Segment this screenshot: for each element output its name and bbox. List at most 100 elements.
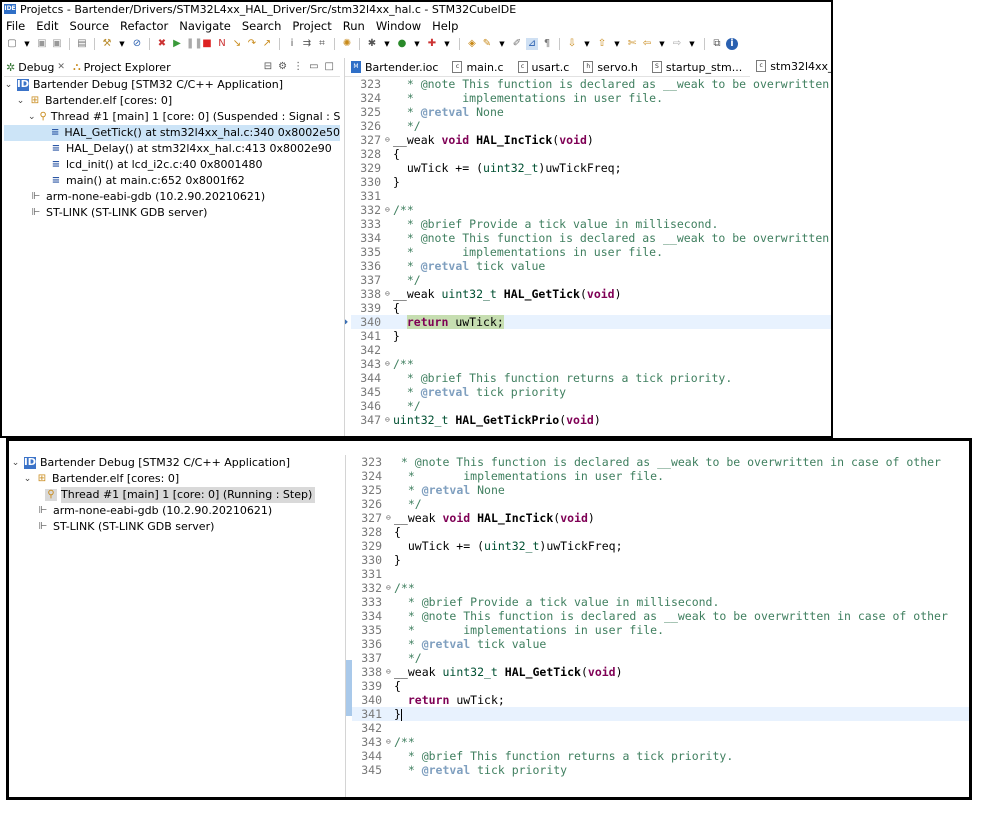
code-line[interactable]: 334 * @note This function is declared as…	[351, 231, 831, 245]
code-line[interactable]: 326 */	[351, 119, 831, 133]
code-line[interactable]: 343 ⊖/**	[352, 735, 969, 749]
restart-icon[interactable]: ⇉	[301, 38, 313, 50]
tree-item-thread[interactable]: ⚲ Thread #1 [main] 1 [core: 0] (Running …	[11, 487, 343, 503]
code-line[interactable]: 333 * @brief Provide a tick value in mil…	[351, 217, 831, 231]
code-line[interactable]: 339 {	[352, 679, 969, 693]
code-line[interactable]: 341}	[352, 707, 969, 721]
menu-file[interactable]: File	[6, 19, 25, 33]
code-line[interactable]: 328 {	[351, 147, 831, 161]
step-return-icon[interactable]: ↗	[261, 38, 273, 50]
code-line[interactable]: 323 * @note This function is declared as…	[351, 77, 831, 91]
code-line[interactable]: 326 */	[352, 497, 969, 511]
code-line[interactable]: 344 * @brief This function returns a tic…	[352, 749, 969, 763]
menu-refactor[interactable]: Refactor	[120, 19, 168, 33]
editor-tab[interactable]: c usart.c	[512, 58, 578, 76]
code-line[interactable]: 324 * implementations in user file.	[352, 469, 969, 483]
back-icon[interactable]: ⇦	[641, 38, 653, 50]
code-line[interactable]: 324 * implementations in user file.	[351, 91, 831, 105]
next-annotation-icon[interactable]: ⇩	[566, 38, 578, 50]
tree-item-elf[interactable]: ⌄ ⊞ Bartender.elf [cores: 0]	[4, 93, 340, 109]
open-type-icon[interactable]: ◈	[466, 38, 478, 50]
stack-frame-item[interactable]: ≡ HAL_GetTick() at stm32l4xx_hal.c:340 0…	[4, 125, 340, 141]
editor-tab[interactable]: c main.c	[446, 58, 511, 76]
code-line[interactable]: 342	[352, 721, 969, 735]
tree-item-launch[interactable]: ⌄ IDE Bartender Debug [STM32 C/C++ Appli…	[4, 77, 340, 93]
code-line[interactable]: 338 ⊖ __weak uint32_t HAL_GetTick(void)	[352, 665, 969, 679]
editor-tab[interactable]: h servo.h	[577, 58, 646, 76]
save-all-icon[interactable]: ▣	[51, 38, 63, 50]
code-line[interactable]: 327 ⊖ __weak void HAL_IncTick(void)	[352, 511, 969, 525]
step-over-icon[interactable]: ↷	[246, 38, 258, 50]
code-line[interactable]: 325 * @retval None	[351, 105, 831, 119]
chevron-down-icon[interactable]: ⌄	[16, 93, 25, 109]
code-line[interactable]: 332 ⊖/**	[351, 203, 831, 217]
remove-terminated-icon[interactable]: ⚙	[278, 61, 287, 72]
stack-frame-item[interactable]: ≡ HAL_Delay() at stm32l4xx_hal.c:413 0x8…	[4, 141, 340, 157]
code-line[interactable]: 345 * @retval tick priority	[351, 385, 831, 399]
menu-project[interactable]: Project	[292, 19, 331, 33]
dropdown-icon[interactable]: ▼	[21, 38, 33, 50]
save-icon[interactable]: ▣	[36, 38, 48, 50]
code-line[interactable]: 335 * implementations in user file.	[351, 245, 831, 259]
menu-help[interactable]: Help	[432, 19, 458, 33]
forward-icon[interactable]: ⇨	[671, 38, 683, 50]
code-line[interactable]: 337 */	[351, 273, 831, 287]
instruction-step-icon[interactable]: i	[286, 38, 298, 50]
menu-source[interactable]: Source	[70, 19, 110, 33]
maximize-icon[interactable]: □	[325, 61, 334, 72]
code-line[interactable]: 339 {	[351, 301, 831, 315]
pen-icon[interactable]: ✐	[511, 38, 523, 50]
code-line[interactable]: 328 {	[352, 525, 969, 539]
chevron-down-icon[interactable]: ⌄	[28, 109, 36, 125]
code-line[interactable]: 345 * @retval tick priority	[352, 763, 969, 777]
print-icon[interactable]: ▤	[76, 38, 88, 50]
console-icon[interactable]: ⌗	[316, 38, 328, 50]
code-line[interactable]: 337 */	[352, 651, 969, 665]
menu-navigate[interactable]: Navigate	[179, 19, 231, 33]
menu-run[interactable]: Run	[343, 19, 365, 33]
code-line[interactable]: 333 * @brief Provide a tick value in mil…	[352, 595, 969, 609]
search-icon[interactable]: ✎	[481, 38, 493, 50]
remove-launch-icon[interactable]: ✖	[156, 38, 168, 50]
code-line[interactable]: 341}	[351, 329, 831, 343]
code-line[interactable]: 346 */	[351, 399, 831, 413]
step-into-icon[interactable]: ↘	[231, 38, 243, 50]
code-line[interactable]: 338 ⊖ __weak uint32_t HAL_GetTick(void)	[351, 287, 831, 301]
debug-config-icon[interactable]: ✺	[341, 38, 353, 50]
tree-item-elf[interactable]: ⌄ ⊞ Bartender.elf [cores: 0]	[11, 471, 343, 487]
disconnect-icon[interactable]: N	[216, 38, 228, 50]
chevron-down-icon[interactable]: ⌄	[23, 471, 32, 487]
dropdown-icon[interactable]: ▼	[116, 38, 128, 50]
editor-tab[interactable]: M Bartender.ioc	[345, 58, 446, 76]
tree-item-stlink[interactable]: ⊩ ST-LINK (ST-LINK GDB server)	[4, 205, 340, 221]
dropdown-icon[interactable]: ▼	[441, 38, 453, 50]
debug-icon[interactable]: ✱	[366, 38, 378, 50]
dropdown-icon[interactable]: ▼	[581, 38, 593, 50]
code-line[interactable]: 329 uwTick += (uint32_t)uwTickFreq;	[351, 161, 831, 175]
new-icon[interactable]: ▢	[6, 38, 18, 50]
code-editor[interactable]: 323 * @note This function is declared as…	[345, 77, 831, 427]
code-line[interactable]: 330}	[351, 175, 831, 189]
tab-debug[interactable]: ✲ Debug ✕	[6, 61, 65, 74]
editor-tab[interactable]: Sstartup_stm...	[646, 58, 750, 76]
open-perspective-icon[interactable]: ⧉	[711, 38, 723, 50]
chevron-down-icon[interactable]: ⌄	[11, 455, 20, 471]
info-icon[interactable]: i	[726, 38, 738, 50]
close-icon[interactable]: ✕	[57, 62, 65, 72]
suspend-icon[interactable]: ❚❚	[186, 38, 203, 50]
menu-window[interactable]: Window	[376, 19, 421, 33]
menu-search[interactable]: Search	[242, 19, 282, 33]
code-line[interactable]: ◆ 340 return uwTick;	[345, 315, 831, 329]
code-line[interactable]: 335 * implementations in user file.	[352, 623, 969, 637]
dropdown-icon[interactable]: ▼	[686, 38, 698, 50]
editor-tab-active[interactable]: cstm32l4xx_h	[750, 58, 831, 77]
tree-item-gdb[interactable]: ⊩ arm-none-eabi-gdb (10.2.90.20210621)	[11, 503, 343, 519]
collapse-all-icon[interactable]: ⊟	[264, 61, 272, 72]
minimize-icon[interactable]: ▭	[309, 61, 318, 72]
code-editor[interactable]: 323 * @note This function is declared as…	[346, 455, 969, 777]
tree-item-thread[interactable]: ⌄ ⚲ Thread #1 [main] 1 [core: 0] (Suspen…	[4, 109, 340, 125]
stack-frame-item[interactable]: ≡ lcd_init() at lcd_i2c.c:40 0x8001480	[4, 157, 340, 173]
code-line[interactable]: 336 * @retval tick value	[351, 259, 831, 273]
code-line[interactable]: 342	[351, 343, 831, 357]
last-edit-icon[interactable]: ✄	[626, 38, 638, 50]
